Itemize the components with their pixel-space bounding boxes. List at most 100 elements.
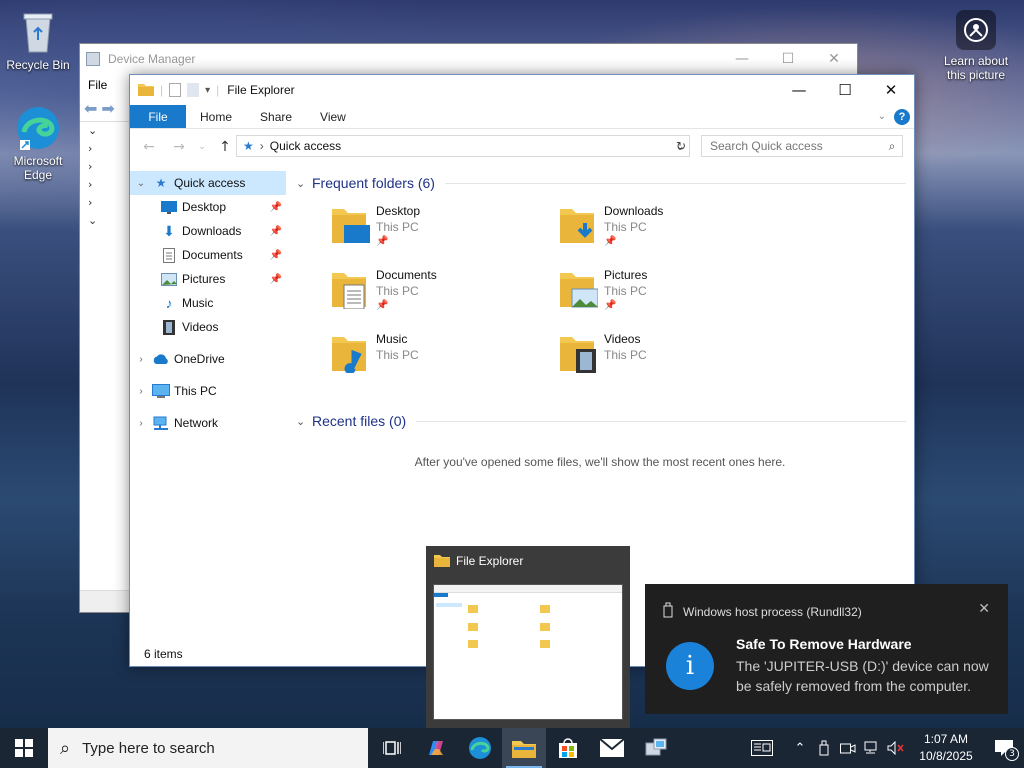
search-input[interactable]: Search Quick access ⌕ bbox=[701, 135, 903, 157]
toast-body: The 'JUPITER-USB (D:)' device can now be… bbox=[736, 658, 989, 694]
tree-node[interactable]: › bbox=[80, 160, 130, 178]
folder-tile-documents[interactable]: Documents This PC 📌 bbox=[330, 267, 558, 331]
forward-button[interactable]: → bbox=[166, 139, 192, 155]
maximize-button[interactable]: ☐ bbox=[822, 75, 868, 105]
folder-tile-music[interactable]: Music This PC bbox=[330, 331, 558, 395]
nav-item-pictures[interactable]: Pictures 📌 bbox=[130, 267, 286, 291]
close-button[interactable]: ✕ bbox=[868, 75, 914, 105]
refresh-icon[interactable]: ↻ bbox=[670, 135, 692, 157]
downloads-folder-icon bbox=[558, 205, 598, 245]
nav-item-quick-access[interactable]: ⌄ ★ Quick access bbox=[130, 171, 286, 195]
chevron-down-icon[interactable]: ⌄ bbox=[296, 415, 312, 428]
folder-location: This PC bbox=[376, 348, 419, 362]
nav-item-downloads[interactable]: ⬇ Downloads 📌 bbox=[130, 219, 286, 243]
folder-tile-downloads[interactable]: Downloads This PC 📌 bbox=[558, 203, 786, 267]
volume-muted-icon[interactable] bbox=[884, 728, 908, 768]
pin-icon[interactable]: 📌 bbox=[270, 250, 282, 261]
back-arrow-icon[interactable]: ⬅ bbox=[84, 99, 97, 118]
chevron-right-icon[interactable]: › bbox=[134, 386, 148, 397]
task-view-button[interactable] bbox=[370, 728, 414, 768]
nav-item-videos[interactable]: Videos bbox=[130, 315, 286, 339]
nav-item-onedrive[interactable]: › OneDrive bbox=[130, 347, 286, 371]
task-view-icon bbox=[383, 741, 401, 755]
chevron-right-icon[interactable]: › bbox=[134, 418, 148, 429]
start-button[interactable] bbox=[0, 728, 48, 768]
tree-node[interactable]: ⌄ bbox=[80, 214, 130, 232]
device-manager-taskbar-button[interactable] bbox=[634, 728, 678, 768]
address-bar[interactable]: ★ › Quick access ⌄ bbox=[236, 135, 690, 157]
tree-node[interactable]: › bbox=[80, 196, 130, 214]
copilot-button[interactable] bbox=[414, 728, 458, 768]
desktop-icon bbox=[160, 199, 178, 215]
folder-tile-pictures[interactable]: Pictures This PC 📌 bbox=[558, 267, 786, 331]
back-button[interactable]: ← bbox=[136, 139, 162, 155]
microsoft-store-button[interactable] bbox=[546, 728, 590, 768]
edge-taskbar-button[interactable] bbox=[458, 728, 502, 768]
minimize-button[interactable]: — bbox=[719, 44, 765, 74]
recent-locations-icon[interactable]: ⌄ bbox=[196, 142, 208, 152]
tree-node[interactable]: ⌄ bbox=[80, 124, 130, 142]
file-explorer-taskbar-button[interactable] bbox=[502, 728, 546, 768]
chevron-right-icon[interactable]: › bbox=[134, 354, 148, 365]
breadcrumb-chevron-icon[interactable]: › bbox=[260, 139, 264, 153]
folder-tile-videos[interactable]: Videos This PC bbox=[558, 331, 786, 395]
clock-time: 1:07 AM bbox=[923, 732, 969, 746]
nav-label: Desktop bbox=[182, 200, 227, 214]
recycle-bin-label: Recycle Bin bbox=[6, 58, 70, 72]
microsoft-edge-desktop-icon[interactable]: Microsoft Edge bbox=[0, 104, 76, 182]
music-icon: ♪ bbox=[165, 295, 173, 311]
device-manager-icon bbox=[86, 52, 100, 66]
customize-toolbar-icon[interactable]: ▾ bbox=[205, 85, 210, 96]
ribbon-tab-file[interactable]: File bbox=[130, 105, 186, 128]
clock[interactable]: 1:07 AM 10/8/2025 bbox=[908, 731, 984, 765]
chevron-down-icon[interactable]: ⌄ bbox=[296, 177, 312, 190]
new-folder-icon[interactable] bbox=[187, 83, 200, 97]
thumbnail-image bbox=[433, 584, 623, 720]
taskbar-search-box[interactable]: ⌕ Type here to search bbox=[48, 728, 368, 768]
notification-toast[interactable]: Windows host process (Rundll32) ✕ i Safe… bbox=[645, 584, 1008, 714]
news-widget-icon[interactable] bbox=[742, 728, 782, 768]
folder-tile-desktop[interactable]: Desktop This PC 📌 bbox=[330, 203, 558, 267]
network-icon[interactable] bbox=[860, 728, 884, 768]
pin-icon[interactable]: 📌 bbox=[270, 202, 282, 213]
nav-item-desktop[interactable]: Desktop 📌 bbox=[130, 195, 286, 219]
nav-item-documents[interactable]: Documents 📌 bbox=[130, 243, 286, 267]
ribbon-tab-home[interactable]: Home bbox=[186, 105, 246, 128]
notification-center-button[interactable]: 3 bbox=[984, 728, 1024, 768]
tree-node[interactable]: › bbox=[80, 178, 130, 196]
navigation-pane[interactable]: ⌄ ★ Quick access Desktop 📌 ⬇ Downloads 📌… bbox=[130, 171, 286, 642]
mail-button[interactable] bbox=[590, 728, 634, 768]
maximize-button[interactable]: ☐ bbox=[765, 44, 811, 74]
close-icon[interactable]: ✕ bbox=[978, 600, 990, 617]
device-manager-icon bbox=[645, 738, 667, 756]
clock-date: 10/8/2025 bbox=[919, 749, 973, 763]
nav-item-this-pc[interactable]: › This PC bbox=[130, 379, 286, 403]
meet-now-icon[interactable] bbox=[836, 728, 860, 768]
ribbon-tab-view[interactable]: View bbox=[306, 105, 360, 128]
usb-drive-icon[interactable] bbox=[812, 728, 836, 768]
nav-item-network[interactable]: › Network bbox=[130, 411, 286, 435]
menu-file[interactable]: File bbox=[88, 78, 107, 92]
minimize-button[interactable]: — bbox=[776, 75, 822, 105]
close-button[interactable]: ✕ bbox=[811, 44, 857, 74]
device-tree[interactable]: ⌄ › › › › ⌄ bbox=[80, 124, 130, 592]
show-hidden-icons-chevron[interactable]: ⌃ bbox=[788, 728, 812, 768]
chevron-down-icon[interactable]: ⌄ bbox=[134, 178, 148, 189]
help-icon[interactable]: ? bbox=[894, 108, 910, 125]
nav-label: Music bbox=[182, 296, 214, 310]
folder-name: Documents bbox=[376, 268, 437, 282]
expand-ribbon-icon[interactable]: ⌄ bbox=[878, 111, 886, 122]
properties-icon[interactable] bbox=[169, 83, 182, 97]
forward-arrow-icon[interactable]: ➡ bbox=[101, 99, 114, 118]
taskbar-thumbnail-preview[interactable]: File Explorer bbox=[426, 546, 630, 728]
recycle-bin-icon[interactable]: Recycle Bin bbox=[0, 8, 76, 72]
pin-icon[interactable]: 📌 bbox=[270, 226, 282, 237]
frequent-folders-header[interactable]: ⌄ Frequent folders (6) bbox=[290, 171, 914, 195]
up-button[interactable]: ↑ bbox=[212, 139, 238, 155]
tree-node[interactable]: › bbox=[80, 142, 130, 160]
pin-icon[interactable]: 📌 bbox=[270, 274, 282, 285]
recent-files-header[interactable]: ⌄ Recent files (0) bbox=[290, 409, 914, 433]
nav-item-music[interactable]: ♪ Music bbox=[130, 291, 286, 315]
learn-about-picture[interactable]: Learn about this picture bbox=[938, 10, 1014, 82]
ribbon-tab-share[interactable]: Share bbox=[246, 105, 306, 128]
